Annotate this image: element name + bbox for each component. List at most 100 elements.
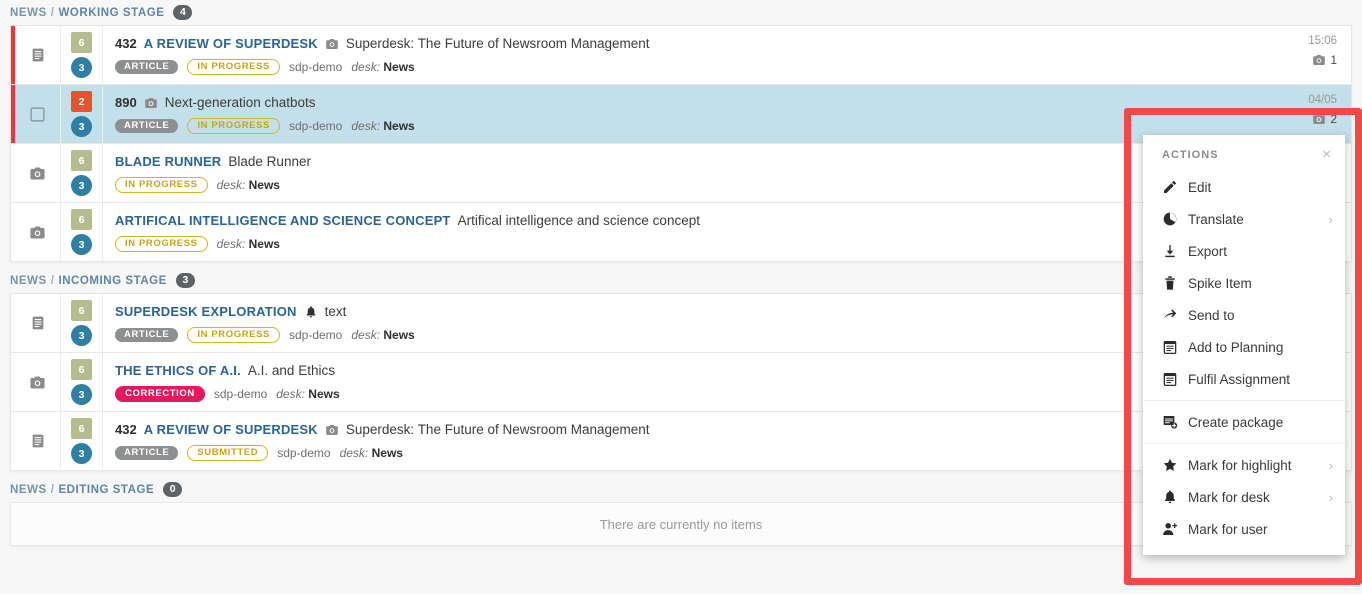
attachment-number: 1 xyxy=(1330,53,1337,67)
item-desk-info: desk: News xyxy=(276,387,339,401)
item-headline: Superdesk: The Future of Newsroom Manage… xyxy=(345,36,650,51)
item-row[interactable]: 6 3 432 A REVIEW OF SUPERDESK Superdesk: The… xyxy=(11,26,1351,85)
item-state-pill: IN PROGRESS xyxy=(187,58,280,76)
desk-value: News xyxy=(308,387,340,401)
checkbox-icon[interactable] xyxy=(29,106,46,123)
item-type-icon-cell[interactable] xyxy=(15,85,61,143)
item-headline: Artifical intelligence and science conce… xyxy=(457,213,700,228)
camera-icon[interactable] xyxy=(29,165,46,182)
item-slugline: BLADE RUNNER xyxy=(115,154,222,169)
menu-item-label: Edit xyxy=(1188,179,1212,195)
menu-item-label: Mark for desk xyxy=(1188,489,1270,505)
menu-item-edit[interactable]: Edit xyxy=(1143,171,1345,203)
breadcrumb-stage[interactable]: WORKING STAGE xyxy=(58,7,164,19)
item-type-pill: ARTICLE xyxy=(115,445,179,461)
item-slugline: THE ETHICS OF A.I. xyxy=(115,363,241,378)
camera-icon xyxy=(325,37,339,51)
breadcrumb-stage[interactable]: INCOMING STAGE xyxy=(58,275,166,287)
urgency-badge: 2 xyxy=(71,91,92,112)
item-title-line: BLADE RUNNER Blade Runner xyxy=(115,153,1231,170)
actions-dropdown-menu[interactable]: ACTIONS × Edit Translate › Export Spike Item… xyxy=(1143,135,1345,555)
item-content[interactable]: 890 Next-generation chatbots ARTICLE IN PRO… xyxy=(103,85,1241,143)
menu-item-mark-for-highlight[interactable]: Mark for highlight › xyxy=(1143,449,1345,481)
breadcrumb-stage[interactable]: EDITING STAGE xyxy=(58,484,154,496)
bell-icon xyxy=(304,305,318,319)
menu-item-spike-item[interactable]: Spike Item xyxy=(1143,267,1345,299)
item-provider: sdp-demo xyxy=(288,60,343,74)
document-icon[interactable] xyxy=(30,433,46,449)
desk-label: desk: xyxy=(216,178,246,192)
camera-icon[interactable] xyxy=(29,224,46,241)
breadcrumb-desk[interactable]: NEWS xyxy=(10,484,47,496)
priority-badge: 3 xyxy=(71,325,92,346)
item-number: 890 xyxy=(115,95,137,110)
menu-item-fulfil-assignment[interactable]: Fulfil Assignment xyxy=(1143,363,1345,395)
menu-item-label: Send to xyxy=(1188,307,1235,323)
desk-label: desk: xyxy=(351,60,381,74)
document-icon[interactable] xyxy=(30,47,46,63)
item-slugline: ARTIFICAL INTELLIGENCE AND SCIENCE CONCE… xyxy=(115,213,451,228)
item-slugline: A REVIEW OF SUPERDESK xyxy=(143,36,318,51)
priority-badge: 3 xyxy=(71,116,92,137)
globe-icon xyxy=(1162,211,1184,227)
send-arrow-icon xyxy=(1162,307,1184,323)
item-content[interactable]: ARTIFICAL INTELLIGENCE AND SCIENCE CONCE… xyxy=(103,203,1241,261)
item-type-icon-cell[interactable] xyxy=(15,294,61,352)
document-icon[interactable] xyxy=(30,315,46,331)
menu-item-label: Create package xyxy=(1188,414,1284,430)
item-badges-cell: 63 xyxy=(61,353,103,411)
menu-item-create-package[interactable]: Create package xyxy=(1143,406,1345,438)
item-title-line: 432 A REVIEW OF SUPERDESK Superdesk: The F… xyxy=(115,421,1231,438)
breadcrumb-desk[interactable]: NEWS xyxy=(10,7,47,19)
menu-item-send-to[interactable]: Send to xyxy=(1143,299,1345,331)
camera-icon[interactable] xyxy=(29,374,46,391)
menu-item-mark-for-user[interactable]: Mark for user xyxy=(1143,513,1345,545)
item-type-icon-cell[interactable] xyxy=(15,412,61,470)
item-title-line: THE ETHICS OF A.I. A.I. and Ethics xyxy=(115,362,1231,379)
item-type-icon-cell[interactable] xyxy=(15,144,61,202)
item-meta-line: IN PROGRESS desk: News xyxy=(115,176,1231,194)
item-state-pill: SUBMITTED xyxy=(187,444,269,462)
item-type-icon-cell[interactable] xyxy=(15,353,61,411)
item-meta-line: CORRECTION sdp-demo desk: News xyxy=(115,385,1231,403)
item-state-pill: IN PROGRESS xyxy=(115,176,208,194)
item-type-pill: ARTICLE xyxy=(115,59,179,75)
item-content[interactable]: SUPERDESK EXPLORATION text ARTICLE IN PROGR… xyxy=(103,294,1241,352)
user-add-icon xyxy=(1162,521,1184,537)
trash-icon xyxy=(1162,275,1184,291)
chevron-right-icon: › xyxy=(1328,457,1333,473)
menu-item-mark-for-desk[interactable]: Mark for desk › xyxy=(1143,481,1345,513)
item-type-icon-cell[interactable] xyxy=(15,203,61,261)
create-package-icon xyxy=(1162,414,1184,430)
close-icon[interactable]: × xyxy=(1322,147,1331,162)
urgency-badge: 6 xyxy=(71,32,92,53)
item-badges-cell: 63 xyxy=(61,203,103,261)
menu-item-label: Fulfil Assignment xyxy=(1188,371,1291,387)
item-title-line: ARTIFICAL INTELLIGENCE AND SCIENCE CONCE… xyxy=(115,212,1231,229)
item-title-line: SUPERDESK EXPLORATION text xyxy=(115,303,1231,320)
breadcrumb-desk[interactable]: NEWS xyxy=(10,275,47,287)
breadcrumb-separator: / xyxy=(50,6,55,19)
stage-item-count: 0 xyxy=(163,482,183,497)
item-meta-line: ARTICLE IN PROGRESS sdp-demo desk: News xyxy=(115,58,1231,76)
breadcrumb-separator: / xyxy=(50,483,55,496)
item-type-icon-cell[interactable] xyxy=(15,26,61,84)
item-badges-cell: 63 xyxy=(61,412,103,470)
item-content[interactable]: 432 A REVIEW OF SUPERDESK Superdesk: The F… xyxy=(103,26,1241,84)
actions-menu-title: ACTIONS xyxy=(1162,148,1219,161)
item-content[interactable]: 432 A REVIEW OF SUPERDESK Superdesk: The F… xyxy=(103,412,1241,470)
item-content[interactable]: BLADE RUNNER Blade Runner IN PROGRESS desk:… xyxy=(103,144,1241,202)
stage-header[interactable]: NEWS / WORKING STAGE 4 xyxy=(0,0,1362,25)
item-timestamp: 04/05 xyxy=(1308,94,1337,106)
menu-item-add-to-planning[interactable]: Add to Planning xyxy=(1143,331,1345,363)
priority-badge: 3 xyxy=(71,57,92,78)
urgency-badge: 6 xyxy=(71,300,92,321)
item-badges-cell: 63 xyxy=(61,26,103,84)
menu-item-translate[interactable]: Translate › xyxy=(1143,203,1345,235)
urgency-badge: 6 xyxy=(71,418,92,439)
item-desk-info: desk: News xyxy=(217,237,280,251)
menu-item-export[interactable]: Export xyxy=(1143,235,1345,267)
stage-item-count: 3 xyxy=(175,273,195,288)
item-content[interactable]: THE ETHICS OF A.I. A.I. and Ethics CORRECT… xyxy=(103,353,1241,411)
item-meta-line: ARTICLE IN PROGRESS sdp-demo desk: News xyxy=(115,326,1231,344)
